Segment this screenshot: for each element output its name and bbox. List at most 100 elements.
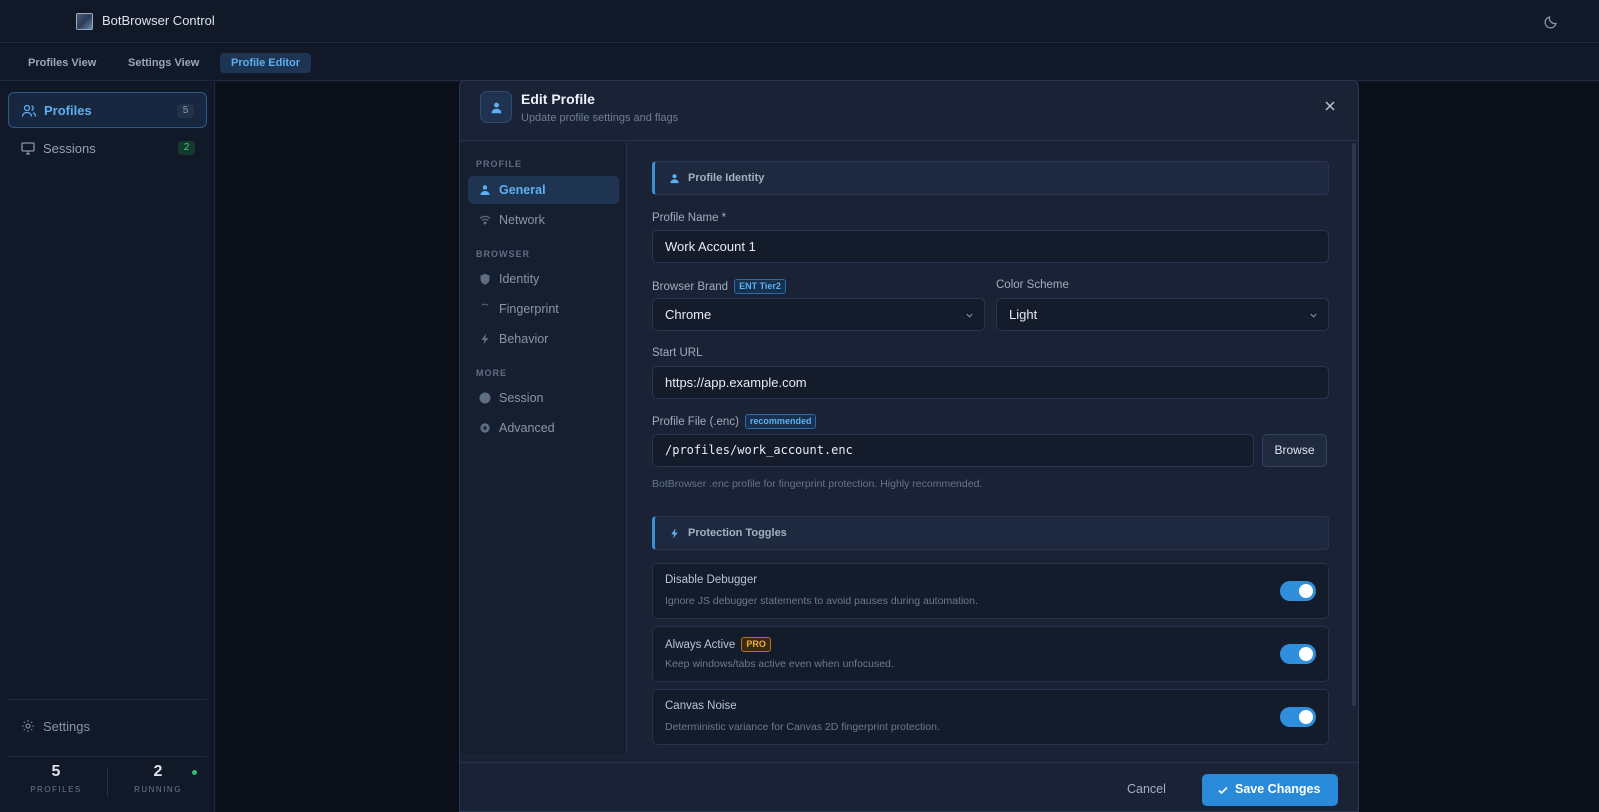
- nav-item-behavior[interactable]: Behavior: [468, 325, 619, 353]
- toggle-always-active: Always Active PRO Keep windows/tabs activ…: [652, 626, 1329, 682]
- field-label-text: Start URL: [652, 347, 703, 359]
- color-scheme-value: Light: [1009, 307, 1038, 322]
- modal-section-nav: PROFILE General Network BROWSER Identity…: [460, 142, 627, 754]
- field-label-text: Browser Brand: [652, 280, 729, 293]
- browser-brand-value: Chrome: [665, 307, 712, 322]
- nav-item-network[interactable]: Network: [468, 206, 619, 234]
- modal-subtitle: Update profile settings and flags: [521, 112, 679, 124]
- field-label-text: Color Scheme: [996, 279, 1069, 291]
- browser-brand-select[interactable]: Chrome: [652, 298, 985, 331]
- content-scrollbar[interactable]: [1352, 143, 1356, 706]
- fingerprint-icon: [481, 303, 489, 306]
- field-label-text: Profile File (.enc): [652, 415, 739, 428]
- bolt-icon: [671, 528, 678, 539]
- nav-section-label: PROFILE: [476, 159, 523, 169]
- moon-icon[interactable]: [1543, 14, 1559, 30]
- profile-header-icon: [480, 91, 512, 123]
- nav-item-label: General: [499, 183, 546, 197]
- sidebar-item-label: Settings: [43, 719, 90, 734]
- sidebar-item-sessions[interactable]: Sessions 2: [8, 130, 207, 166]
- title-bar: BotBrowser Control: [0, 0, 1599, 43]
- sidebar-divider: [8, 756, 207, 757]
- start-url-input[interactable]: https://app.example.com: [652, 366, 1329, 399]
- nav-item-fingerprint[interactable]: Fingerprint: [468, 295, 619, 323]
- nav-item-session[interactable]: Session: [468, 384, 619, 412]
- bolt-icon: [481, 333, 489, 345]
- nav-item-label: Network: [499, 213, 545, 227]
- chevron-down-icon: [966, 313, 973, 318]
- toggle-title: Disable Debugger: [665, 574, 757, 586]
- nav-item-label: Behavior: [499, 332, 549, 346]
- sidebar-item-settings[interactable]: Settings: [8, 711, 207, 741]
- nav-item-general[interactable]: General: [468, 176, 619, 204]
- toggle-title-text: Disable Debugger: [665, 574, 758, 586]
- chevron-down-icon: [1310, 313, 1317, 318]
- app-logo: [76, 13, 93, 30]
- nav-section-label: MORE: [476, 368, 507, 378]
- color-scheme-select[interactable]: Light: [996, 298, 1329, 331]
- close-icon[interactable]: [1323, 99, 1337, 113]
- section-profile-identity: Profile Identity: [652, 161, 1329, 195]
- stat-running: 2 RUNNING: [108, 763, 208, 794]
- ent-tier-badge: ENT Tier2: [734, 279, 786, 294]
- tab-settings-view[interactable]: Settings View: [117, 53, 210, 73]
- field-label-text: Profile Name *: [652, 212, 727, 224]
- browser-brand-label: Browser Brand ENT Tier2: [652, 279, 786, 294]
- stat-caption: PROFILES: [30, 785, 82, 794]
- sidebar-item-label: Sessions: [43, 140, 96, 156]
- nav-item-identity[interactable]: Identity: [468, 265, 619, 293]
- stat-value: 5: [51, 763, 61, 780]
- profile-file-label: Profile File (.enc) recommended: [652, 414, 817, 429]
- profile-file-hint: BotBrowser .enc profile for fingerprint …: [652, 478, 983, 490]
- user-icon: [670, 174, 679, 184]
- profile-name-input[interactable]: Work Account 1: [652, 230, 1329, 263]
- nav-section-label: BROWSER: [476, 249, 530, 259]
- user-icon: [480, 185, 490, 195]
- running-status-dot: [192, 770, 197, 775]
- profile-file-input[interactable]: /profiles/work_account.enc: [652, 434, 1254, 467]
- toggle-title-text: Canvas Noise: [665, 700, 737, 712]
- disable-debugger-switch[interactable]: [1280, 581, 1316, 601]
- save-changes-button[interactable]: Save Changes: [1202, 774, 1338, 806]
- sidebar-item-label: Profiles: [44, 102, 92, 118]
- modal-content: Profile Identity Profile Name * Work Acc…: [628, 142, 1358, 754]
- browse-button[interactable]: Browse: [1262, 434, 1327, 467]
- nav-item-label: Advanced: [499, 421, 555, 435]
- section-title: Profile Identity: [688, 172, 765, 184]
- start-url-label: Start URL: [652, 347, 703, 359]
- section-title: Protection Toggles: [688, 527, 787, 539]
- toggle-title: Always Active PRO: [665, 637, 771, 652]
- wifi-icon: [479, 215, 491, 225]
- profile-name-label: Profile Name *: [652, 212, 726, 224]
- toggle-disable-debugger: Disable Debugger Ignore JS debugger stat…: [652, 563, 1329, 619]
- nav-item-advanced[interactable]: Advanced: [468, 414, 619, 442]
- circle-icon: [479, 392, 491, 404]
- tab-profile-editor[interactable]: Profile Editor: [220, 53, 312, 73]
- edit-profile-modal: Edit Profile Update profile settings and…: [459, 80, 1359, 812]
- modal-header: Edit Profile Update profile settings and…: [460, 81, 1358, 141]
- toggle-title-text: Always Active: [665, 638, 736, 651]
- cancel-button[interactable]: Cancel: [1127, 782, 1166, 796]
- toggle-canvas-noise: Canvas Noise Deterministic variance for …: [652, 689, 1329, 745]
- canvas-noise-switch[interactable]: [1280, 707, 1316, 727]
- save-button-label: Save Changes: [1235, 782, 1321, 796]
- recommended-badge: recommended: [744, 414, 817, 429]
- sidebar-item-profiles[interactable]: Profiles 5: [8, 92, 207, 128]
- stat-caption: RUNNING: [134, 785, 182, 794]
- nav-item-label: Fingerprint: [499, 302, 559, 316]
- pro-badge: PRO: [741, 637, 771, 652]
- stat-profiles: 5 PROFILES: [6, 763, 106, 794]
- nav-item-label: Session: [499, 391, 544, 405]
- tab-profiles-view[interactable]: Profiles View: [17, 53, 107, 73]
- shield-icon: [480, 273, 490, 285]
- toggle-description: Keep windows/tabs active even when unfoc…: [665, 658, 894, 670]
- color-scheme-label: Color Scheme: [996, 279, 1069, 291]
- modal-title: Edit Profile: [521, 91, 595, 107]
- check-icon: [1218, 786, 1228, 795]
- view-tabs: Profiles View Settings View Profile Edit…: [0, 44, 1599, 81]
- monitor-icon: [21, 142, 35, 155]
- always-active-switch[interactable]: [1280, 644, 1316, 664]
- toggle-title: Canvas Noise: [665, 700, 737, 712]
- section-protection-toggles: Protection Toggles: [652, 516, 1329, 550]
- nav-item-label: Identity: [499, 272, 540, 286]
